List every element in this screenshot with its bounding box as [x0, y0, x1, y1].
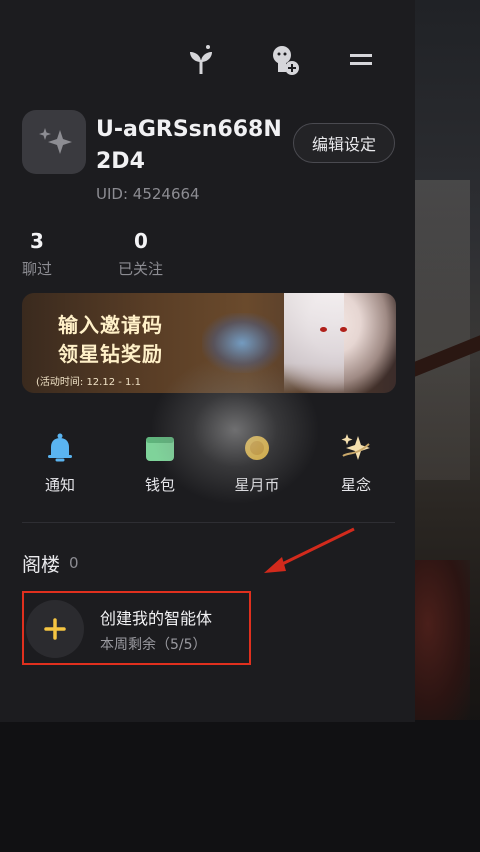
- banner-character-eye: [320, 327, 327, 332]
- top-toolbar: [0, 44, 415, 80]
- shortcut-wallet[interactable]: 钱包: [125, 430, 195, 495]
- sparkle-avatar-icon: [39, 128, 72, 154]
- bell-icon: [25, 430, 95, 466]
- menu-icon[interactable]: [350, 44, 380, 76]
- stat-chatted[interactable]: 3 聊过: [22, 228, 52, 279]
- wallet-icon: [125, 430, 195, 466]
- banner-title-line2: 领星钻奖励: [58, 342, 163, 366]
- section-count: 0: [69, 554, 79, 572]
- side-drawer: U-aGRSsn668N2D4 UID: 4524664 编辑设定 3 聊过 0…: [0, 0, 415, 722]
- shortcut-star-thoughts[interactable]: 星念: [321, 430, 391, 495]
- stat-value: 0: [134, 229, 148, 253]
- username: U-aGRSsn668N2D4: [96, 117, 282, 174]
- stat-following[interactable]: 0 已关注: [118, 228, 163, 279]
- red-arrow-annotation: [264, 527, 355, 573]
- banner-title-line1: 输入邀请码: [58, 313, 163, 337]
- create-agent-quota: 本周剩余（5/5）: [100, 637, 207, 653]
- coin-icon: [222, 430, 292, 466]
- sparkle-icon: [321, 430, 391, 466]
- shortcut-label: 钱包: [144, 476, 175, 494]
- user-id: UID: 4524664: [96, 185, 200, 203]
- stat-value: 3: [30, 229, 44, 253]
- castle-tower: [410, 180, 470, 480]
- stat-label: 已关注: [118, 260, 164, 278]
- edit-settings-button[interactable]: 编辑设定: [293, 123, 395, 163]
- banner-character-hair: [284, 293, 344, 393]
- stat-label: 聊过: [22, 260, 53, 278]
- create-agent-card[interactable]: 创建我的智能体 本周剩余（5/5）: [22, 591, 251, 665]
- create-agent-title: 创建我的智能体: [100, 609, 213, 628]
- crystal-glow: [202, 313, 282, 373]
- shortcut-label: 星月币: [234, 476, 280, 494]
- shortcut-label: 星念: [340, 476, 371, 494]
- avatar[interactable]: [22, 110, 86, 174]
- invite-code-banner[interactable]: 输入邀请码 领星钻奖励 (活动时间: 12.12 - 1.1: [22, 293, 396, 393]
- add-friend-icon[interactable]: [270, 44, 300, 76]
- section-title: 阁楼: [22, 554, 61, 576]
- shortcut-coins[interactable]: 星月币: [222, 430, 292, 495]
- bottom-area: [0, 720, 480, 852]
- plus-icon: [26, 600, 84, 658]
- divider: [22, 522, 395, 523]
- banner-event-time: (活动时间: 12.12 - 1.1: [36, 377, 141, 388]
- banner-character-eye: [340, 327, 347, 332]
- sprout-icon[interactable]: [186, 44, 216, 76]
- shortcut-notifications[interactable]: 通知: [25, 430, 95, 495]
- shortcut-label: 通知: [44, 476, 75, 494]
